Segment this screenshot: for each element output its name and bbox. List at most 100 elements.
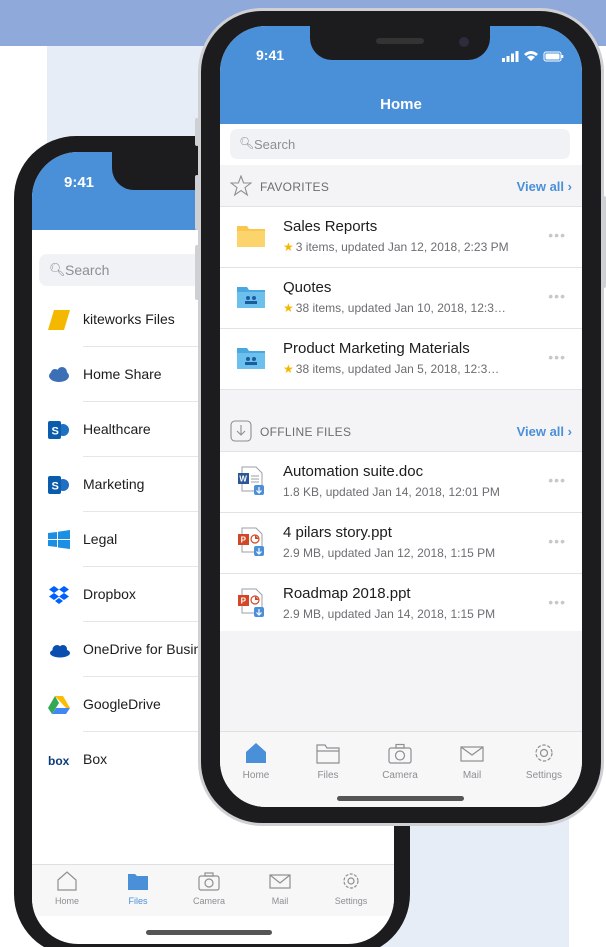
- tab-label: Mail: [271, 896, 289, 906]
- mail-icon: [269, 874, 291, 889]
- item-name: Sales Reports: [283, 218, 378, 235]
- star-icon: ★: [283, 362, 294, 376]
- chevron-right-icon: ›: [567, 179, 572, 194]
- item-meta: ★ 3 items, updated Jan 12, 2018, 2:23 PM: [283, 240, 509, 254]
- favorite-row-product-marketing[interactable]: Product Marketing Materials ★ 38 items, u…: [220, 329, 582, 390]
- tab-settings[interactable]: Settings: [508, 742, 580, 781]
- more-options-button[interactable]: •••: [548, 227, 566, 243]
- more-options-button[interactable]: •••: [548, 472, 566, 488]
- more-options-button[interactable]: •••: [548, 594, 566, 610]
- search-icon: 🔍︎: [239, 136, 255, 150]
- sharepoint-icon: S: [48, 476, 69, 494]
- source-label: Home Share: [83, 366, 162, 382]
- source-label: Healthcare: [83, 421, 151, 437]
- shared-folder-icon: [237, 348, 265, 369]
- offline-row-roadmap-2018[interactable]: P Roadmap 2018.ppt 2.9 MB, updated Jan 1…: [220, 574, 582, 635]
- back-tab-home[interactable]: Home: [32, 871, 102, 906]
- item-name: Automation suite.doc: [283, 463, 424, 480]
- tab-label: Settings: [334, 896, 368, 906]
- folder-icon: [128, 874, 148, 890]
- powerpoint-icon: P: [238, 588, 264, 617]
- tab-camera[interactable]: Camera: [364, 742, 436, 781]
- home-icon: [246, 743, 266, 763]
- search-input[interactable]: 🔍︎ Search: [230, 129, 570, 159]
- gear-icon: [343, 873, 359, 889]
- offline-row-automation-suite[interactable]: W Automation suite.doc 1.8 KB, updated J…: [220, 452, 582, 513]
- item-meta: 2.9 MB, updated Jan 14, 2018, 1:15 PM: [283, 607, 496, 621]
- favorites-header: FAVORITES View all ›: [220, 165, 582, 207]
- svg-text:S: S: [52, 426, 59, 438]
- tab-label: Camera: [382, 770, 418, 781]
- back-tab-camera[interactable]: Camera: [174, 871, 244, 906]
- tab-label: Files: [128, 896, 148, 906]
- favorite-row-quotes[interactable]: Quotes ★ 38 items, updated Jan 10, 2018, …: [220, 268, 582, 329]
- view-all-label: View all: [516, 424, 565, 439]
- star-outline-icon: [230, 175, 252, 197]
- offline-title: OFFLINE FILES: [260, 425, 352, 439]
- gear-icon: [535, 744, 553, 762]
- back-status-time: 9:41: [64, 174, 95, 191]
- front-status-time: 9:41: [256, 47, 285, 63]
- svg-text:P: P: [241, 536, 247, 545]
- item-meta: 2.9 MB, updated Jan 12, 2018, 1:15 PM: [283, 546, 496, 560]
- front-phone-screen: 9:41 Home 🔍︎ Search FAVORITES View all ›…: [220, 26, 582, 807]
- home-indicator: [337, 796, 464, 801]
- item-meta-text: 3 items, updated Jan 12, 2018, 2:23 PM: [295, 240, 509, 254]
- item-name: Quotes: [283, 279, 332, 296]
- page-title: Home: [380, 96, 422, 113]
- back-tab-bar: Home Files Camera Mail Settings: [32, 864, 394, 916]
- dropbox-icon: [49, 586, 69, 604]
- item-meta-text: 38 items, updated Jan 5, 2018, 12:3…: [295, 362, 500, 376]
- tab-label: Camera: [192, 896, 225, 906]
- empty-area: [220, 631, 582, 731]
- word-doc-icon: W: [238, 466, 264, 495]
- tab-label: Mail: [462, 770, 482, 781]
- tab-home[interactable]: Home: [220, 742, 292, 781]
- back-tab-files[interactable]: Files: [103, 871, 173, 906]
- favorite-row-sales-reports[interactable]: Sales Reports ★ 3 items, updated Jan 12, …: [220, 207, 582, 268]
- back-tab-mail[interactable]: Mail: [245, 871, 315, 906]
- signal-icon: [502, 58, 505, 62]
- cloud-share-icon: [49, 367, 69, 382]
- chevron-right-icon: ›: [567, 424, 572, 439]
- tab-label: Home: [54, 896, 79, 906]
- svg-text:W: W: [239, 475, 247, 484]
- item-name: Roadmap 2018.ppt: [283, 585, 411, 602]
- download-icon: [230, 420, 252, 442]
- tab-label: Home: [242, 770, 270, 781]
- tab-mail[interactable]: Mail: [436, 742, 508, 781]
- source-label: Legal: [83, 531, 118, 547]
- item-meta: 1.8 KB, updated Jan 14, 2018, 12:01 PM: [283, 485, 500, 499]
- windows-icon: [48, 530, 70, 549]
- back-search-input[interactable]: 🔍︎ Search: [39, 254, 219, 286]
- wifi-icon: [524, 51, 538, 56]
- item-name: Product Marketing Materials: [283, 340, 470, 357]
- sharepoint-icon: S: [48, 421, 69, 439]
- favorites-title: FAVORITES: [260, 180, 330, 194]
- mail-icon: [460, 746, 484, 762]
- item-meta: ★ 38 items, updated Jan 5, 2018, 12:3…: [283, 362, 499, 376]
- source-label: Box: [83, 751, 108, 767]
- onedrive-icon: [50, 645, 70, 658]
- star-icon: ★: [283, 301, 294, 315]
- folder-icon: [237, 226, 265, 247]
- front-phone: 9:41 Home 🔍︎ Search FAVORITES View all ›…: [198, 8, 604, 826]
- powerpoint-icon: P: [238, 527, 264, 556]
- tab-files[interactable]: Files: [292, 742, 364, 781]
- back-tab-settings[interactable]: Settings: [316, 871, 386, 906]
- tab-label: Files: [317, 770, 339, 781]
- offline-view-all-link[interactable]: View all ›: [517, 424, 572, 439]
- search-icon: 🔍︎: [49, 262, 66, 277]
- more-options-button[interactable]: •••: [548, 533, 566, 549]
- home-icon: [57, 871, 77, 891]
- svg-text:S: S: [52, 481, 59, 493]
- offline-row-4-pilars-story[interactable]: P 4 pilars story.ppt 2.9 MB, updated Jan…: [220, 513, 582, 574]
- source-label: Dropbox: [83, 586, 136, 602]
- kiteworks-icon: [48, 310, 70, 330]
- source-label: Marketing: [83, 476, 145, 492]
- favorites-view-all-link[interactable]: View all ›: [517, 179, 572, 194]
- more-options-button[interactable]: •••: [548, 349, 566, 365]
- item-name: 4 pilars story.ppt: [283, 524, 392, 541]
- more-options-button[interactable]: •••: [548, 288, 566, 304]
- back-search-placeholder: Search: [65, 262, 110, 278]
